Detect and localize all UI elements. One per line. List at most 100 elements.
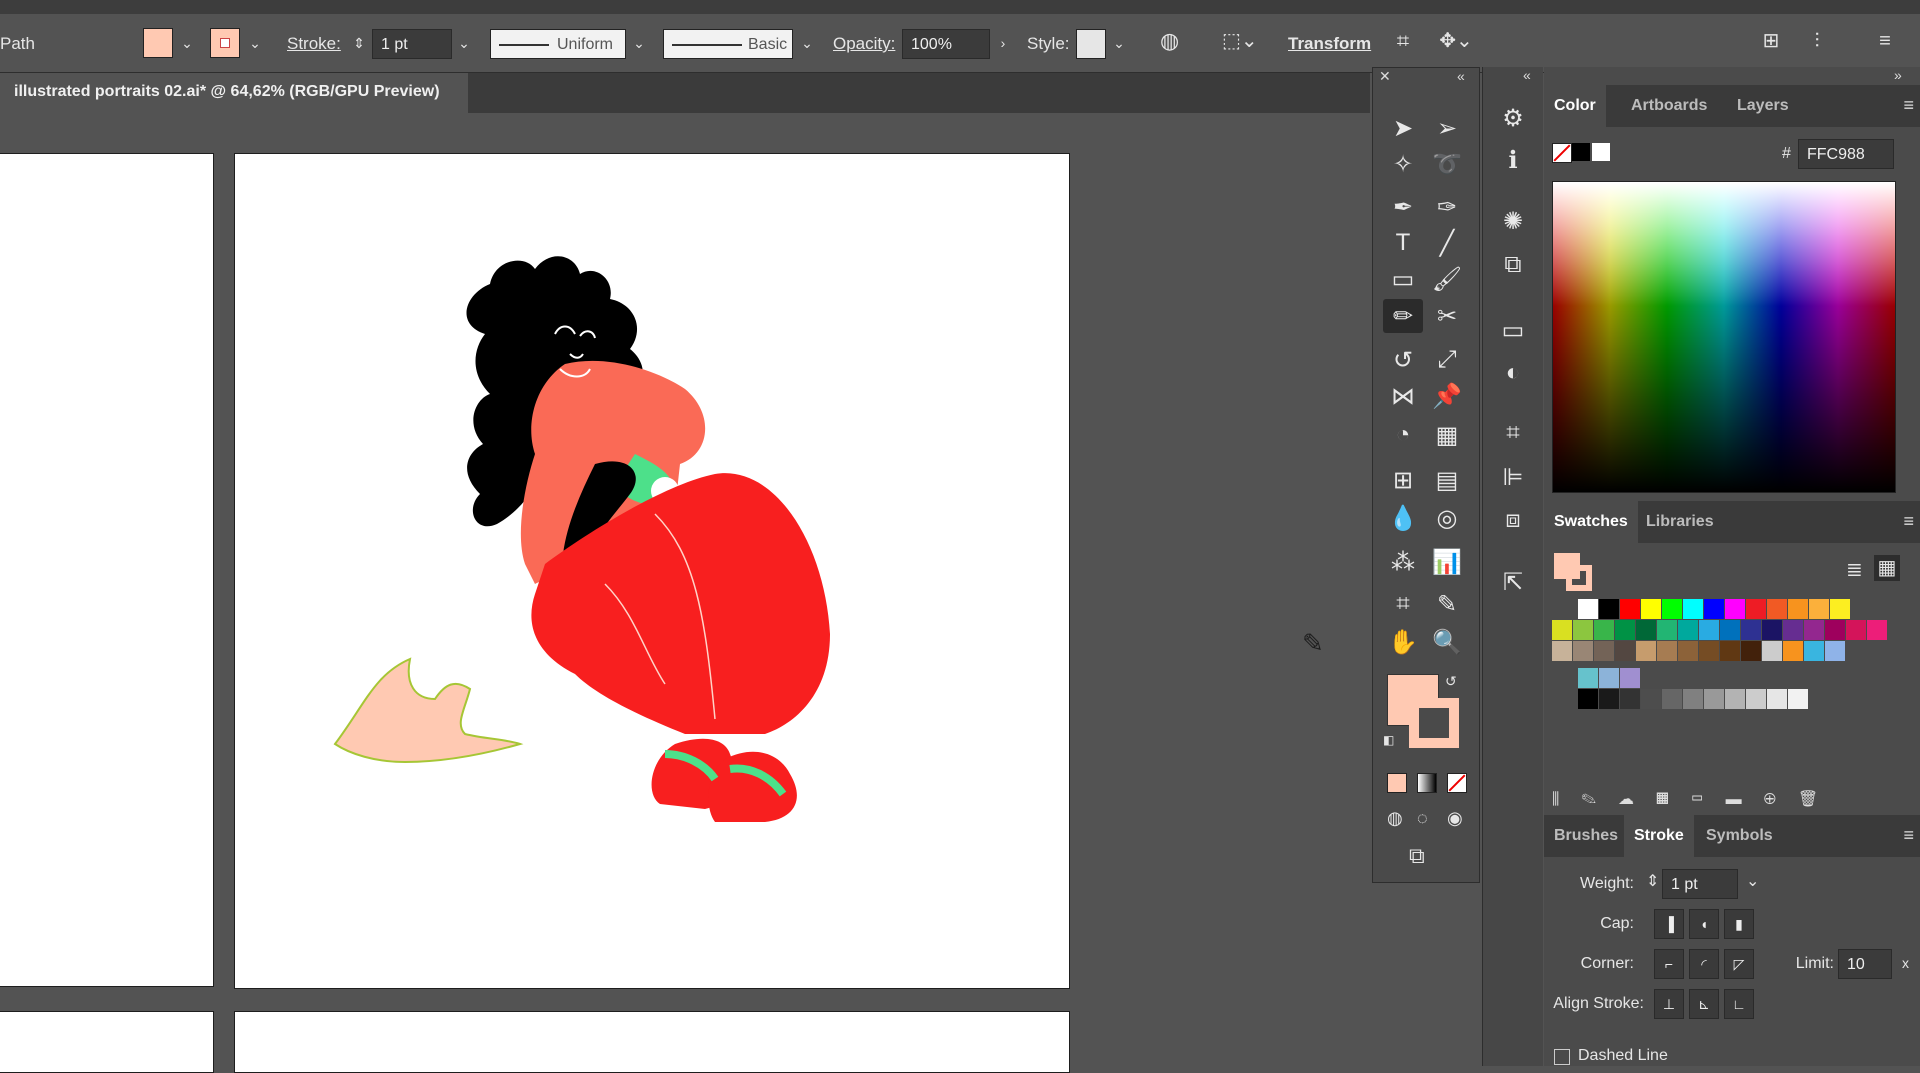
stroke-swatch[interactable] — [210, 28, 240, 58]
bevel-join-button[interactable]: ◸ — [1724, 949, 1754, 979]
swatch-chip[interactable] — [1662, 689, 1682, 709]
swatch-chip[interactable] — [1809, 599, 1829, 619]
swatch-chip[interactable] — [1657, 620, 1677, 640]
swatch-kind-icon[interactable]: ▦ — [1656, 791, 1691, 808]
selection-tool-icon[interactable]: ➤ — [1383, 111, 1423, 145]
stroke-weight-stepper-icon[interactable]: ⇕ — [350, 34, 368, 52]
color-panel-menu-icon[interactable]: ≡ — [1903, 95, 1914, 116]
graphic-styles-icon[interactable]: ✺ — [1495, 203, 1531, 239]
swatch-chip[interactable] — [1552, 620, 1572, 640]
swatch-chip[interactable] — [1599, 689, 1619, 709]
swatch-chip[interactable] — [1804, 620, 1824, 640]
swatch-chip[interactable] — [1825, 641, 1845, 661]
stroke-weight-dropdown-icon[interactable]: ⌄ — [455, 34, 473, 52]
weight-dropdown-icon[interactable]: ⌄ — [1746, 871, 1759, 891]
align-left-icon[interactable]: ⊫ — [1495, 459, 1531, 495]
none-mode-button[interactable] — [1447, 773, 1467, 793]
swatch-chip[interactable] — [1683, 599, 1703, 619]
tab-swatches[interactable]: Swatches — [1544, 501, 1638, 543]
swatch-chip[interactable] — [1767, 599, 1787, 619]
miter-join-button[interactable]: ⌐ — [1654, 949, 1684, 979]
rectangle-tool-icon[interactable]: ▭ — [1383, 262, 1423, 296]
swatch-cloud-icon[interactable]: ☁ — [1618, 791, 1656, 808]
swatch-chip[interactable] — [1788, 599, 1808, 619]
opacity-label[interactable]: Opacity: — [833, 34, 895, 54]
zoom-tool-icon[interactable]: 🔍 — [1427, 625, 1467, 659]
swatch-chip[interactable] — [1573, 641, 1593, 661]
round-cap-button[interactable]: ◖ — [1689, 909, 1719, 939]
tools-collapse-icon[interactable]: « — [1457, 68, 1465, 84]
swatch-chip[interactable] — [1720, 641, 1740, 661]
rotate-tool-icon[interactable]: ↺ — [1383, 343, 1423, 377]
stroke-weight-field[interactable]: 1 pt — [372, 29, 452, 59]
swatch-chip[interactable] — [1746, 689, 1766, 709]
export-icon[interactable]: ⇱ — [1495, 564, 1531, 600]
stroke-dropdown-icon[interactable]: ⌄ — [246, 34, 264, 52]
butt-cap-button[interactable]: ▐ — [1654, 909, 1684, 939]
new-color-group-icon[interactable]: ▬ — [1726, 791, 1764, 808]
artboard-tool-icon[interactable]: ⌗ — [1383, 587, 1423, 621]
puppet-warp-tool-icon[interactable]: 📌 — [1427, 379, 1467, 413]
swatch-chip[interactable] — [1699, 620, 1719, 640]
swatch-chip[interactable] — [1620, 599, 1640, 619]
swatch-chip[interactable] — [1578, 599, 1598, 619]
swatch-chip[interactable] — [1846, 620, 1866, 640]
grid-view-icon[interactable]: ▦ — [1874, 555, 1900, 581]
swatch-chip[interactable] — [1830, 599, 1850, 619]
swatches-panel-menu-icon[interactable]: ≡ — [1903, 511, 1914, 532]
swatch-chip[interactable] — [1788, 689, 1808, 709]
dashed-line-checkbox[interactable] — [1554, 1049, 1570, 1065]
swatch-chip[interactable] — [1783, 641, 1803, 661]
limit-input[interactable]: 10 — [1838, 949, 1892, 979]
slice-tool-icon[interactable]: ✎ — [1427, 587, 1467, 621]
white-swatch[interactable] — [1592, 143, 1610, 161]
swatch-chip[interactable] — [1594, 641, 1614, 661]
recolor-artwork-icon[interactable]: ◍ — [1160, 30, 1179, 52]
column-graph-tool-icon[interactable]: 📊 — [1427, 545, 1467, 579]
artboard-main[interactable] — [234, 153, 1070, 989]
icon-column-collapse-icon[interactable]: « — [1523, 67, 1531, 83]
curvature-tool-icon[interactable]: ✑ — [1427, 190, 1467, 224]
blend-tool-icon[interactable]: ◎ — [1427, 501, 1467, 535]
default-colors-icon[interactable]: ◧ — [1383, 733, 1394, 747]
perspective-grid-tool-icon[interactable]: ▦ — [1427, 418, 1467, 452]
swap-colors-icon[interactable]: ↺ — [1445, 673, 1457, 690]
eyedropper-tool-icon[interactable]: 💧 — [1383, 501, 1423, 535]
document-tab[interactable]: illustrated portraits 02.ai* @ 64,62% (R… — [0, 73, 468, 113]
info-icon[interactable]: ℹ — [1495, 142, 1531, 178]
swatch-chip[interactable] — [1552, 641, 1572, 661]
swatch-chip[interactable] — [1704, 689, 1724, 709]
tab-color[interactable]: Color — [1544, 85, 1606, 127]
swatch-chip[interactable] — [1636, 620, 1656, 640]
magic-wand-tool-icon[interactable]: ✧ — [1383, 147, 1423, 181]
width-tool-icon[interactable]: ⋈ — [1383, 379, 1423, 413]
swatch-chip[interactable] — [1804, 641, 1824, 661]
gradient-tool-icon[interactable]: ▤ — [1427, 463, 1467, 497]
isolate-icon[interactable]: ⌗ — [1394, 30, 1412, 52]
transform-link[interactable]: Transform — [1288, 34, 1371, 54]
stroke-panel-menu-icon[interactable]: ≡ — [1903, 825, 1914, 846]
gradient-mode-button[interactable] — [1417, 773, 1437, 793]
swatch-chip[interactable] — [1636, 641, 1656, 661]
brush-dropdown-icon[interactable]: ⌄ — [798, 34, 816, 52]
swatch-chip[interactable] — [1720, 620, 1740, 640]
shape-builder-options-icon[interactable]: ✥⌄ — [1438, 31, 1474, 51]
swatch-chip[interactable] — [1662, 599, 1682, 619]
transparency-icon[interactable]: ◐ — [1495, 355, 1531, 391]
direct-selection-tool-icon[interactable]: ➢ — [1427, 111, 1467, 145]
style-swatch[interactable] — [1076, 29, 1106, 59]
tab-libraries[interactable]: Libraries — [1636, 501, 1724, 543]
swatch-chip[interactable] — [1767, 689, 1787, 709]
weight-input[interactable]: 1 pt — [1662, 869, 1738, 899]
swatch-chip[interactable] — [1641, 599, 1661, 619]
draw-behind-icon[interactable]: ◌ — [1417, 808, 1428, 829]
round-join-button[interactable]: ◜ — [1689, 949, 1719, 979]
align-options-icon[interactable]: ⬚⌄ — [1222, 31, 1258, 51]
arrange-icon[interactable]: ⊞ — [1762, 31, 1780, 51]
mesh-tool-icon[interactable]: ⊞ — [1383, 463, 1423, 497]
type-tool-icon[interactable]: T — [1383, 226, 1423, 260]
canvas[interactable]: ✎ — [0, 113, 1370, 1073]
paintbrush-tool-icon[interactable]: 🖌 — [1427, 262, 1467, 296]
swatch-options-icon[interactable]: ▭ — [1691, 791, 1726, 808]
scissors-tool-icon[interactable]: ✂ — [1427, 299, 1467, 333]
